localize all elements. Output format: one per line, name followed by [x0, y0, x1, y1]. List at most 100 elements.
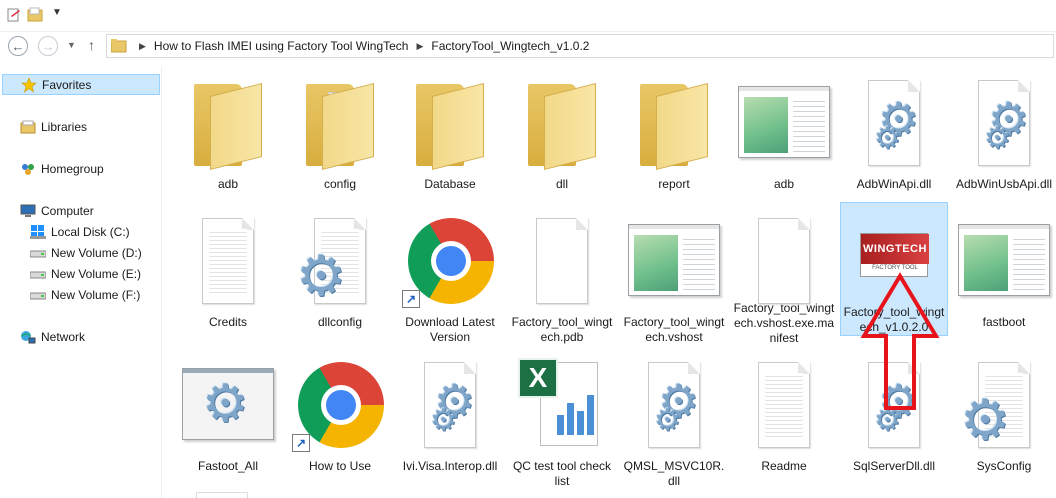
file-item[interactable]: adb: [730, 68, 838, 208]
forward-button[interactable]: →: [38, 36, 58, 56]
libraries-icon: [20, 119, 36, 135]
dll-file-icon: ⚙ ⚙: [956, 74, 1052, 170]
customize-toolbar-icon[interactable]: ▼: [52, 7, 62, 18]
batch-file-icon: ⚙: [180, 356, 276, 452]
nav-label: Libraries: [41, 119, 88, 134]
navigation-pane: Favorites Libraries Homegroup Computer L…: [0, 66, 162, 498]
file-item[interactable]: X QC test tool check list: [508, 350, 616, 490]
nav-volume-d[interactable]: New Volume (D:): [29, 242, 142, 263]
breadcrumb-separator-icon[interactable]: ▶: [139, 41, 146, 52]
file-item-selected[interactable]: WINGTECH FACTORY TOOL Factory_tool_wingt…: [840, 202, 948, 336]
logo-text: WINGTECH: [861, 234, 929, 264]
excel-x-icon: X: [518, 358, 558, 398]
file-item[interactable]: Factory_tool_wingtech.pdb: [508, 206, 616, 346]
config-file-icon: ⚙: [956, 356, 1052, 452]
file-item[interactable]: ⚙ ⚙ SqlServerDll.dll: [840, 350, 948, 490]
gear-icon: ⚙: [874, 122, 901, 155]
file-name: Factory_tool_wingtech.vshost: [623, 315, 725, 344]
shortcut-arrow-icon: ↗: [292, 434, 310, 452]
file-name: SqlServerDll.dll: [852, 459, 936, 473]
file-name: QMSL_MSVC10R.dll: [623, 459, 725, 488]
file-item[interactable]: ↗ Download Latest Version: [396, 206, 504, 346]
file-item[interactable]: dll: [508, 68, 616, 208]
nav-label: Local Disk (C:): [51, 224, 130, 239]
file-item[interactable]: Factory_tool_wingtech.vshost.exe.manifes…: [730, 206, 838, 346]
back-arrow-icon: ←: [11, 38, 25, 54]
computer-icon: [20, 203, 36, 219]
nav-volume-e[interactable]: New Volume (E:): [29, 263, 141, 284]
file-name: adb: [217, 177, 239, 191]
gear-icon: ⚙: [874, 404, 901, 437]
file-name: Factory_tool_wingtech_v1.0.2.0: [843, 305, 945, 334]
file-name: dll: [555, 177, 568, 191]
file-name: Download Latest Version: [405, 315, 495, 344]
file-item[interactable]: ⚙ ⚙ Ivi.Visa.Interop.dll: [396, 350, 504, 490]
file-item[interactable]: ↗ How to Use: [286, 350, 394, 490]
drive-icon: [29, 287, 47, 303]
nav-volume-f[interactable]: New Volume (F:): [29, 284, 140, 305]
file-item[interactable]: ⚙ SysConfig: [950, 350, 1056, 490]
dll-file-icon: ⚙ ⚙: [846, 74, 942, 170]
nav-computer[interactable]: Computer: [20, 200, 94, 221]
folder-icon: [111, 39, 127, 53]
back-button[interactable]: ←: [8, 36, 28, 56]
file-name: adb: [773, 177, 795, 191]
file-item[interactable]: ⚙ ⚙ QMSL_MSVC10R.dll: [620, 350, 728, 490]
nav-libraries[interactable]: Libraries: [20, 116, 87, 137]
text-file-icon: [736, 356, 832, 452]
application-icon: [736, 74, 832, 170]
wingtech-app-icon: WINGTECH FACTORY TOOL: [846, 209, 942, 298]
file-item[interactable]: ⚙ dllconfig: [286, 206, 394, 346]
address-bar[interactable]: ▶ How to Flash IMEI using Factory Tool W…: [106, 34, 1054, 58]
file-name: Factory_tool_wingtech.pdb: [511, 315, 613, 344]
file-item[interactable]: adb: [174, 68, 282, 208]
file-name: Database: [424, 177, 476, 191]
file-name: Fastoot_All: [197, 459, 259, 473]
file-name: Ivi.Visa.Interop.dll: [402, 459, 498, 473]
shortcut-arrow-icon: ↗: [402, 290, 420, 308]
folder-icon: [402, 74, 498, 170]
file-item[interactable]: Credits: [174, 206, 282, 346]
file-list: adb config Database dll report adb ⚙ ⚙ A…: [164, 60, 1056, 498]
file-item[interactable]: ⚙ Fastoot_All: [174, 350, 282, 490]
nav-local-disk-c[interactable]: Local Disk (C:): [30, 221, 130, 242]
file-item[interactable]: Factory_tool_wingtech.vshost: [620, 206, 728, 346]
file-name: config: [323, 177, 357, 191]
nav-label: Network: [41, 329, 86, 344]
properties-icon[interactable]: [6, 7, 22, 23]
file-item[interactable]: ⚙ ⚙ AdbWinUsbApi.dll: [950, 68, 1056, 208]
folder-icon: [626, 74, 722, 170]
file-name: AdbWinUsbApi.dll: [955, 177, 1053, 191]
file-name: SysConfig: [976, 459, 1032, 473]
gear-icon: ⚙: [202, 375, 249, 433]
nav-homegroup[interactable]: Homegroup: [20, 158, 104, 179]
nav-label: Homegroup: [41, 161, 104, 176]
breadcrumb-separator-icon[interactable]: ▶: [416, 41, 423, 52]
forward-arrow-icon: →: [41, 38, 55, 54]
breadcrumb-current[interactable]: FactoryTool_Wingtech_v1.0.2: [431, 39, 589, 53]
file-item[interactable]: fastboot: [950, 206, 1056, 346]
file-name: dllconfig: [317, 315, 363, 329]
file-item[interactable]: report: [620, 68, 728, 208]
file-item[interactable]: config: [286, 68, 394, 208]
file-item-partial[interactable]: [196, 492, 248, 498]
file-item[interactable]: Database: [396, 68, 504, 208]
text-file-icon: [180, 212, 276, 308]
gear-icon: ⚙: [296, 244, 347, 307]
up-one-level-icon[interactable]: ↑: [88, 37, 95, 53]
quick-access-toolbar: ▼: [0, 0, 1056, 32]
file-name: report: [658, 177, 690, 191]
breadcrumb-parent[interactable]: How to Flash IMEI using Factory Tool Win…: [154, 39, 409, 53]
blank-file-icon: [736, 212, 832, 304]
file-item[interactable]: ⚙ ⚙ AdbWinApi.dll: [840, 68, 948, 208]
file-item[interactable]: Readme: [730, 350, 838, 490]
new-folder-icon[interactable]: [27, 7, 43, 23]
nav-label: Computer: [41, 203, 94, 218]
gear-icon: ⚙: [960, 388, 1011, 451]
nav-favorites[interactable]: Favorites: [2, 74, 160, 95]
excel-file-icon: X: [514, 356, 610, 452]
recent-locations-dropdown-icon[interactable]: ▼: [67, 40, 76, 50]
gear-icon: ⚙: [984, 122, 1011, 155]
config-file-icon: ⚙: [292, 212, 388, 308]
nav-network[interactable]: Network: [20, 326, 85, 347]
